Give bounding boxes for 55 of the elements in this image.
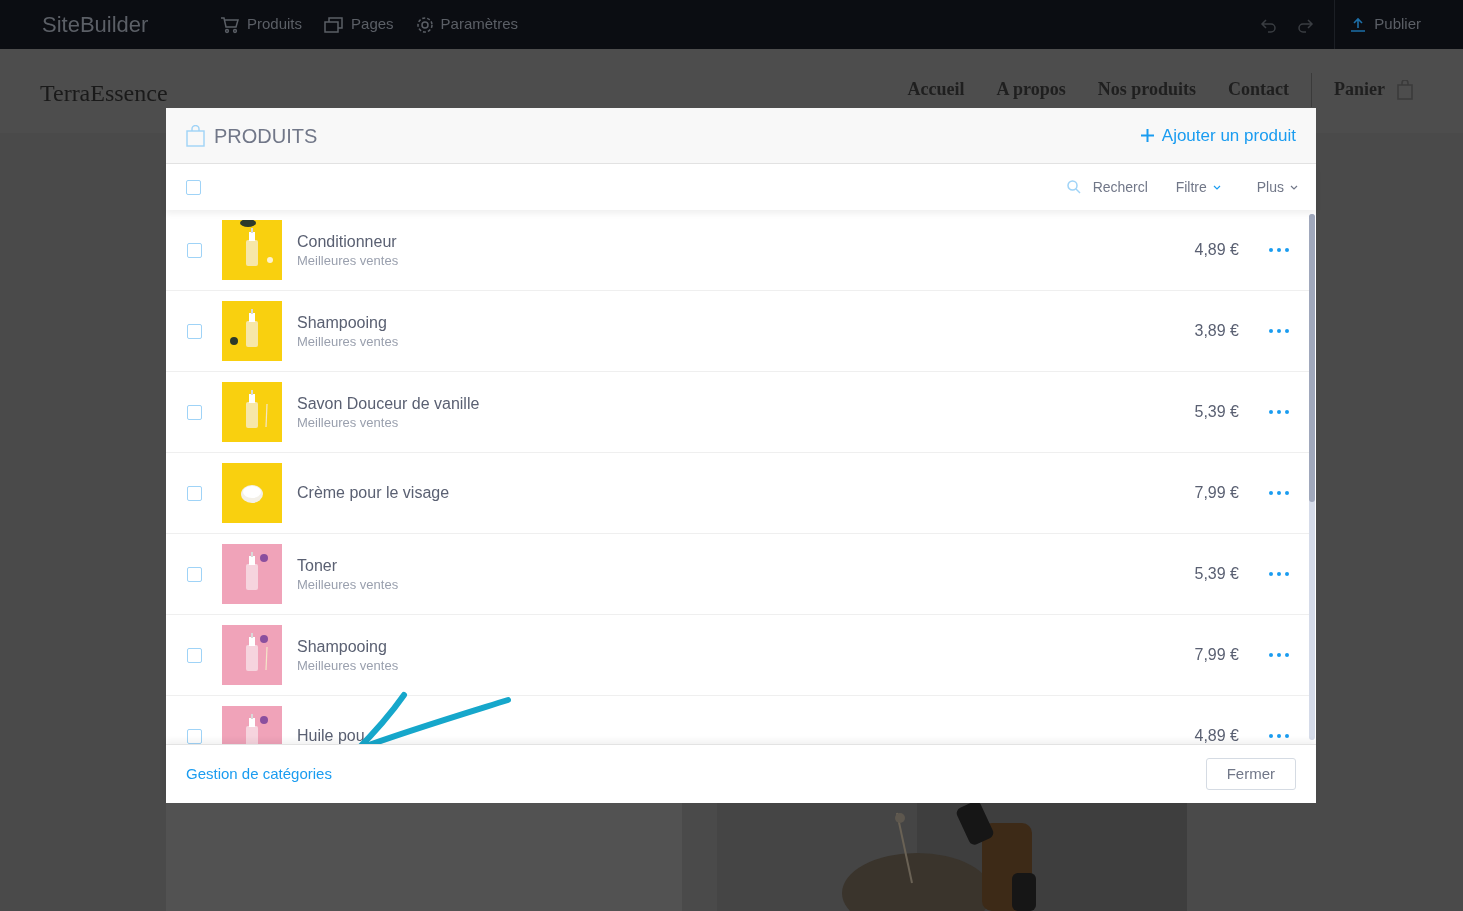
publish-button[interactable]: Publier bbox=[1350, 13, 1421, 36]
checkbox[interactable] bbox=[187, 323, 202, 339]
checkbox[interactable] bbox=[187, 242, 202, 258]
product-price: 5,39 € bbox=[1194, 402, 1239, 422]
cart-icon bbox=[220, 15, 240, 34]
add-product-button[interactable]: Ajouter un produit bbox=[1140, 122, 1296, 149]
scrollbar[interactable] bbox=[1309, 214, 1315, 740]
product-name: Toner bbox=[297, 556, 339, 576]
upload-icon bbox=[1350, 16, 1367, 33]
pages-icon bbox=[324, 16, 345, 33]
checkbox[interactable] bbox=[187, 647, 202, 663]
checkbox[interactable] bbox=[187, 404, 202, 420]
menu-item[interactable]: Paramètres bbox=[415, 13, 519, 36]
chevron-down-icon bbox=[1290, 184, 1298, 190]
product-price: 7,99 € bbox=[1194, 483, 1239, 503]
product-price: 5,39 € bbox=[1194, 564, 1239, 584]
product-name: Shampooing bbox=[297, 313, 388, 333]
search-input[interactable]: Rechercl bbox=[1092, 176, 1153, 198]
product-price: 4,89 € bbox=[1194, 240, 1239, 260]
product-category: Meilleures ventes bbox=[297, 415, 400, 431]
product-row[interactable]: Shampooing Meilleures ventes 7,99 € bbox=[166, 615, 1309, 696]
dialog-title: PRODUITS bbox=[214, 123, 318, 149]
product-category: Meilleures ventes bbox=[297, 253, 399, 269]
checkbox[interactable] bbox=[187, 566, 202, 582]
product-name: Conditionneur bbox=[297, 232, 398, 252]
checkbox[interactable] bbox=[186, 179, 201, 195]
more-dropdown[interactable]: Plus bbox=[1256, 176, 1298, 198]
filter-dropdown[interactable]: Filtre bbox=[1175, 176, 1221, 198]
settings-icon bbox=[415, 15, 434, 34]
chevron-down-icon bbox=[1212, 184, 1221, 190]
product-price: 4,89 € bbox=[1194, 726, 1239, 744]
product-name: Shampooing bbox=[297, 637, 388, 657]
product-name: Crème pour le visage bbox=[297, 483, 450, 503]
product-row[interactable]: Shampooing Meilleures ventes 3,89 € bbox=[166, 291, 1309, 372]
product-category: Meilleures ventes bbox=[297, 577, 399, 593]
menu-item[interactable]: Produits bbox=[220, 13, 303, 36]
product-price: 7,99 € bbox=[1194, 645, 1239, 665]
shopping-bag-icon bbox=[186, 124, 205, 147]
plus-icon bbox=[1140, 129, 1154, 142]
product-category: Meilleures ventes bbox=[297, 658, 399, 674]
product-name: Huile pou bbox=[297, 726, 365, 744]
product-row[interactable]: Savon Douceur de vanille Meilleures ventes 5,39 € bbox=[166, 372, 1309, 453]
product-name: Savon Douceur de vanille bbox=[297, 394, 480, 414]
checkbox[interactable] bbox=[187, 485, 202, 501]
product-category: Meilleures ventes bbox=[297, 334, 399, 350]
checkbox[interactable] bbox=[187, 728, 202, 744]
brand-logo: SiteBuilder bbox=[42, 11, 150, 39]
product-row[interactable]: Conditionneur Meilleures ventes 4,89 € bbox=[166, 210, 1309, 291]
product-price: 3,89 € bbox=[1194, 321, 1239, 341]
close-button[interactable]: Fermer bbox=[1205, 758, 1296, 790]
search-icon bbox=[1066, 180, 1081, 194]
product-row[interactable]: Toner Meilleures ventes 5,39 € bbox=[166, 534, 1309, 615]
categories-link[interactable]: Gestion de catégories bbox=[186, 762, 332, 786]
menu-item[interactable]: Pages bbox=[324, 13, 394, 36]
product-row[interactable]: Crème pour le visage 7,99 € bbox=[166, 453, 1309, 534]
